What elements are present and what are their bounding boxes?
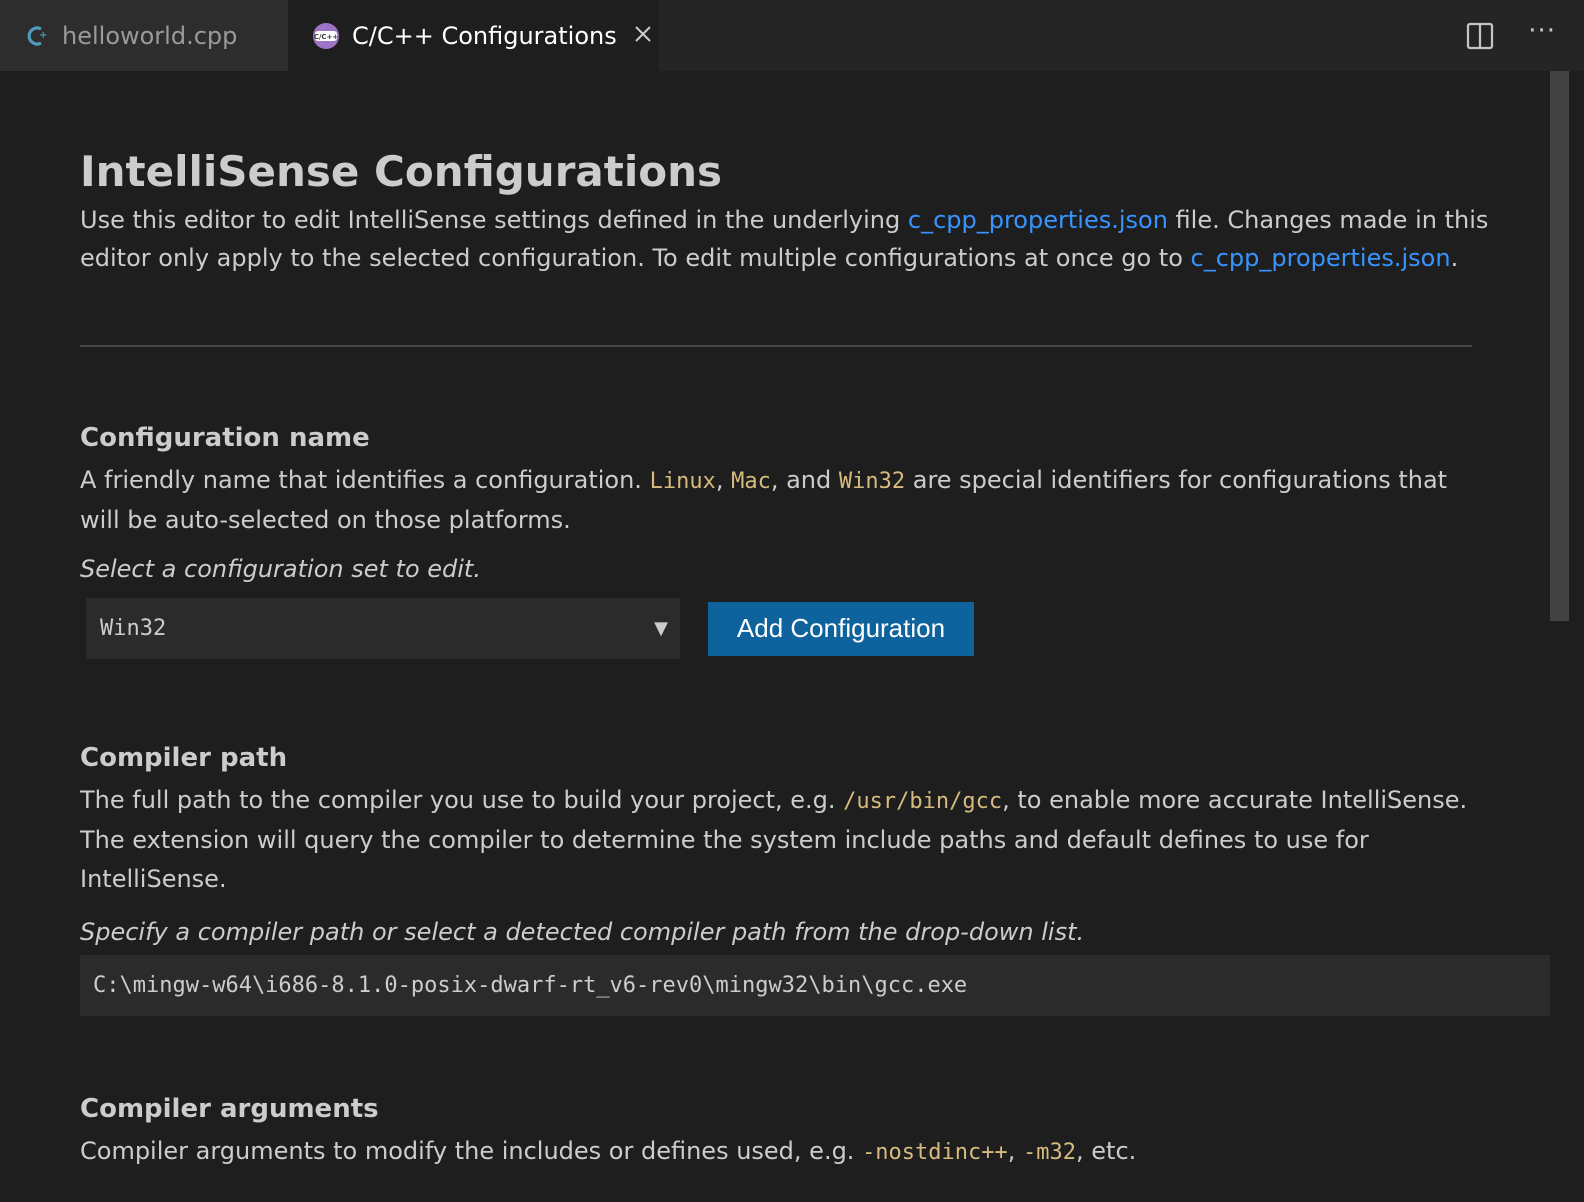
example-path: /usr/bin/gcc <box>843 789 1003 814</box>
editor-tab-bar: + helloworld.cpp C/C++ C/C++ Configurati… <box>0 0 1584 71</box>
description-text: , <box>715 466 732 494</box>
compiler-path-section: Compiler path The full path to the compi… <box>80 741 1550 1016</box>
selected-configuration: Win32 <box>100 616 167 641</box>
cpp-file-icon: + <box>24 23 50 49</box>
tab-label: C/C++ Configurations <box>352 21 617 50</box>
example-arg-nostdinc: -nostdinc++ <box>862 1140 1008 1165</box>
tab-cpp-configurations[interactable]: C/C++ C/C++ Configurations <box>288 0 659 71</box>
hint-text: Select a configuration set to edit. <box>80 555 481 583</box>
section-description: Compiler arguments to modify the include… <box>80 1132 1490 1172</box>
cpp-extension-icon: C/C++ <box>312 22 340 50</box>
identifier-win32: Win32 <box>838 469 906 494</box>
close-icon[interactable] <box>633 23 653 49</box>
description-text: Compiler arguments to modify the include… <box>80 1137 863 1165</box>
compiler-path-input[interactable] <box>80 955 1550 1016</box>
c-cpp-properties-link[interactable]: c_cpp_properties.json <box>908 206 1168 234</box>
section-title: Compiler path <box>80 743 288 773</box>
section-description: A friendly name that identifies a config… <box>80 461 1490 540</box>
configuration-select[interactable]: Win32 ▼ <box>86 598 680 659</box>
c-cpp-properties-link-2[interactable]: c_cpp_properties.json <box>1191 244 1451 272</box>
intro-text-part: . <box>1450 244 1459 272</box>
vertical-scrollbar[interactable] <box>1550 71 1569 1202</box>
compiler-arguments-section: Compiler arguments Compiler arguments to… <box>80 1092 1550 1172</box>
split-editor-icon[interactable] <box>1466 22 1494 50</box>
tabbar-actions: ··· <box>1466 0 1556 71</box>
dropdown-arrow-icon: ▼ <box>654 618 668 639</box>
tab-label: helloworld.cpp <box>62 21 238 50</box>
tab-helloworld-cpp[interactable]: + helloworld.cpp <box>0 0 288 71</box>
intro-text: Use this editor to edit IntelliSense set… <box>80 201 1490 277</box>
section-title: Compiler arguments <box>80 1094 379 1124</box>
page-title: IntelliSense Configurations <box>80 147 722 196</box>
description-text: , <box>1007 1137 1024 1165</box>
svg-text:+: + <box>39 30 47 41</box>
description-text: , etc. <box>1076 1137 1137 1165</box>
example-arg-m32: -m32 <box>1023 1140 1077 1165</box>
section-title: Configuration name <box>80 423 370 453</box>
configuration-name-section: Configuration name A friendly name that … <box>80 421 1550 659</box>
add-configuration-button[interactable]: Add Configuration <box>708 601 974 656</box>
description-text: A friendly name that identifies a config… <box>80 466 650 494</box>
cpp-badge-text: C/C++ <box>314 33 339 41</box>
section-description: The full path to the compiler you use to… <box>80 781 1490 899</box>
more-actions-icon[interactable]: ··· <box>1528 18 1556 54</box>
description-text: , and <box>770 466 839 494</box>
description-text: The full path to the compiler you use to… <box>80 786 844 814</box>
divider <box>80 345 1472 347</box>
hint-text: Specify a compiler path or select a dete… <box>80 918 1085 946</box>
config-select-row: Win32 ▼ Add Configuration <box>80 598 1550 659</box>
scrollbar-thumb[interactable] <box>1550 71 1569 621</box>
intro-text-part: Use this editor to edit IntelliSense set… <box>80 206 908 234</box>
identifier-linux: Linux <box>649 469 716 494</box>
settings-content: IntelliSense Configurations Use this edi… <box>80 71 1550 1172</box>
identifier-mac: Mac <box>731 469 771 494</box>
